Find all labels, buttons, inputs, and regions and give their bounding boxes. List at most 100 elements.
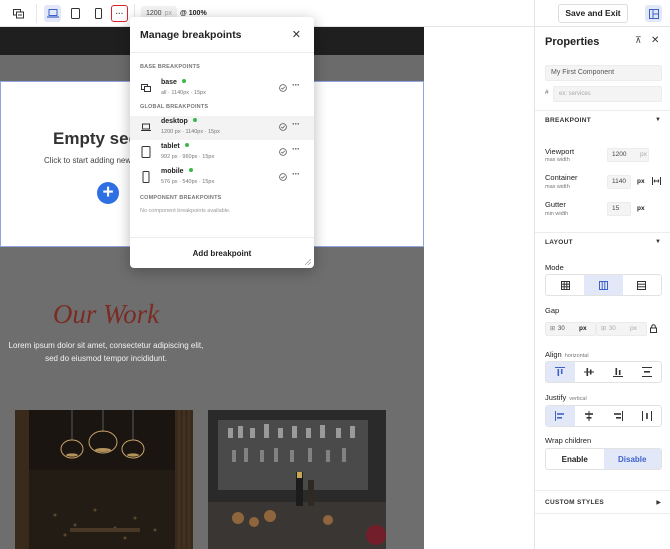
layout-section-label: LAYOUT — [545, 239, 573, 246]
gutter-sublabel: min width — [545, 211, 569, 217]
gap-column-unit[interactable]: px — [579, 325, 587, 332]
breakpoint-name-text: desktop — [161, 118, 188, 125]
justify-start-icon — [555, 411, 565, 421]
panel-layout-toggle[interactable] — [645, 5, 662, 22]
caret-right-icon: ▶ — [656, 500, 661, 506]
modal-close-button[interactable]: ✕ — [292, 30, 301, 41]
our-work-text: Lorem ipsum dolor sit amet, consectetur … — [0, 339, 224, 365]
wrap-children-toggle: Enable Disable — [545, 448, 662, 470]
component-name-input[interactable]: My First Component — [545, 65, 662, 81]
check-circle-icon[interactable] — [279, 148, 287, 156]
justify-end-button[interactable] — [604, 406, 633, 426]
custom-styles-section-label: CUSTOM STYLES — [545, 499, 605, 506]
expand-width-icon[interactable] — [652, 177, 661, 185]
breakpoint-name: tablet — [161, 143, 189, 150]
wrap-enable-button[interactable]: Enable — [546, 449, 604, 469]
resize-handle-icon[interactable] — [305, 259, 311, 265]
save-and-exit-button[interactable]: Save and Exit — [558, 4, 628, 23]
align-center-button[interactable] — [575, 362, 604, 382]
check-circle-icon[interactable] — [279, 84, 287, 92]
tablet-view-button[interactable] — [67, 5, 84, 22]
breakpoint-more-button[interactable]: ··· — [292, 169, 300, 179]
align-bottom-icon — [612, 368, 623, 377]
add-breakpoint-button[interactable]: Add breakpoint — [130, 237, 314, 268]
align-bottom-button[interactable] — [604, 362, 633, 382]
component-breakpoints-heading: COMPONENT BREAKPOINTS — [140, 195, 222, 201]
wine-bar-image — [208, 410, 386, 549]
column-gap-icon: ⊞ — [550, 326, 556, 332]
rows-icon — [637, 280, 647, 290]
container-width-field[interactable]: 1140 — [607, 175, 631, 189]
gutter-unit[interactable]: px — [637, 205, 645, 212]
gap-column-field[interactable]: ⊞ 30 — [545, 322, 596, 336]
justify-between-button[interactable] — [632, 406, 661, 426]
add-element-button[interactable]: + — [97, 182, 119, 204]
align-top-button[interactable] — [546, 362, 575, 382]
breakpoint-name: desktop — [161, 118, 197, 125]
align-stretch-button[interactable] — [632, 362, 661, 382]
global-breakpoints-heading: GLOBAL BREAKPOINTS — [140, 104, 209, 110]
justify-center-button[interactable] — [575, 406, 604, 426]
properties-title: Properties — [545, 36, 600, 48]
desktop-view-button[interactable] — [44, 5, 61, 22]
caret-down-icon: ▼ — [655, 117, 661, 123]
breakpoint-row-base[interactable]: base all · 1140px · 15px ··· — [130, 77, 314, 101]
more-breakpoints-button[interactable]: ··· — [111, 5, 128, 22]
check-circle-icon[interactable] — [279, 173, 287, 181]
caret-down-icon: ▼ — [655, 239, 661, 245]
breakpoint-row-desktop[interactable]: desktop 1200 px · 1140px · 15px ··· — [130, 116, 314, 140]
wrap-children-label: Wrap children — [545, 436, 592, 445]
breakpoint-section-header[interactable]: BREAKPOINT ▼ — [535, 110, 670, 130]
toolbar-divider — [36, 4, 37, 23]
breakpoint-more-button[interactable]: ··· — [292, 144, 300, 154]
viewport-width-value: 1200 — [146, 10, 162, 17]
gap-row-field[interactable]: ⊞ 30 — [596, 322, 647, 336]
class-name-input[interactable]: ex: services — [553, 86, 662, 102]
container-sublabel: max width — [545, 184, 570, 190]
breakpoint-name-text: tablet — [161, 143, 180, 150]
breakpoint-section-label: BREAKPOINT — [545, 117, 591, 124]
mode-columns-button[interactable] — [584, 275, 623, 295]
breakpoint-row-tablet[interactable]: tablet 992 px · 960px · 15px ··· — [130, 141, 314, 165]
properties-close-button[interactable]: ✕ — [651, 36, 659, 46]
columns-icon — [598, 280, 608, 290]
gutter-width-field[interactable]: 15 — [607, 202, 631, 216]
our-work-text-line: sed do eiusmod tempor incididunt. — [45, 354, 167, 363]
check-circle-icon[interactable] — [279, 123, 287, 131]
viewport-width-text: 1200 — [612, 151, 627, 158]
mode-rows-button[interactable] — [623, 275, 661, 295]
container-width-text: 1140 — [612, 178, 626, 185]
viewport-sublabel: max width — [545, 157, 570, 163]
breakpoint-meta: 992 px · 960px · 15px — [161, 154, 215, 160]
breakpoint-name-text: base — [161, 79, 177, 86]
base-breakpoints-heading: BASE BREAKPOINTS — [140, 64, 201, 70]
align-label-text: Align — [545, 350, 562, 359]
our-work-section[interactable]: Our Work Lorem ipsum dolor sit amet, con… — [0, 247, 424, 549]
container-unit[interactable]: px — [637, 178, 645, 185]
gap-label: Gap — [545, 306, 560, 315]
breakpoint-settings-icon[interactable] — [10, 5, 27, 22]
mode-label: Mode — [545, 263, 564, 272]
breakpoint-row-mobile[interactable]: mobile 576 px · 540px · 15px ··· — [130, 166, 314, 190]
layout-section-header[interactable]: LAYOUT ▼ — [535, 232, 670, 252]
pin-icon[interactable]: ⊼ — [635, 35, 642, 46]
mode-grid-button[interactable] — [546, 275, 584, 295]
active-status-dot — [192, 118, 197, 122]
modal-divider — [130, 52, 314, 53]
gap-row-unit[interactable]: px — [630, 325, 637, 332]
gap-column-text: 30 — [558, 326, 565, 332]
viewport-unit: px — [640, 151, 647, 158]
align-label: Align horizontal — [545, 350, 589, 359]
wrap-disable-button[interactable]: Disable — [603, 449, 661, 469]
justify-start-button[interactable] — [546, 406, 575, 426]
custom-styles-section-header[interactable]: CUSTOM STYLES ▶ — [535, 490, 670, 514]
breakpoint-more-button[interactable]: ··· — [292, 119, 300, 129]
restaurant-interior-image — [15, 410, 193, 549]
align-sublabel: horizontal — [564, 353, 589, 359]
breakpoint-meta: all · 1140px · 15px — [161, 90, 206, 96]
lock-icon[interactable] — [650, 324, 657, 333]
align-stretch-icon — [641, 367, 652, 377]
mobile-view-button[interactable] — [90, 5, 107, 22]
breakpoint-more-button[interactable]: ··· — [292, 80, 300, 90]
active-status-dot — [188, 168, 193, 172]
